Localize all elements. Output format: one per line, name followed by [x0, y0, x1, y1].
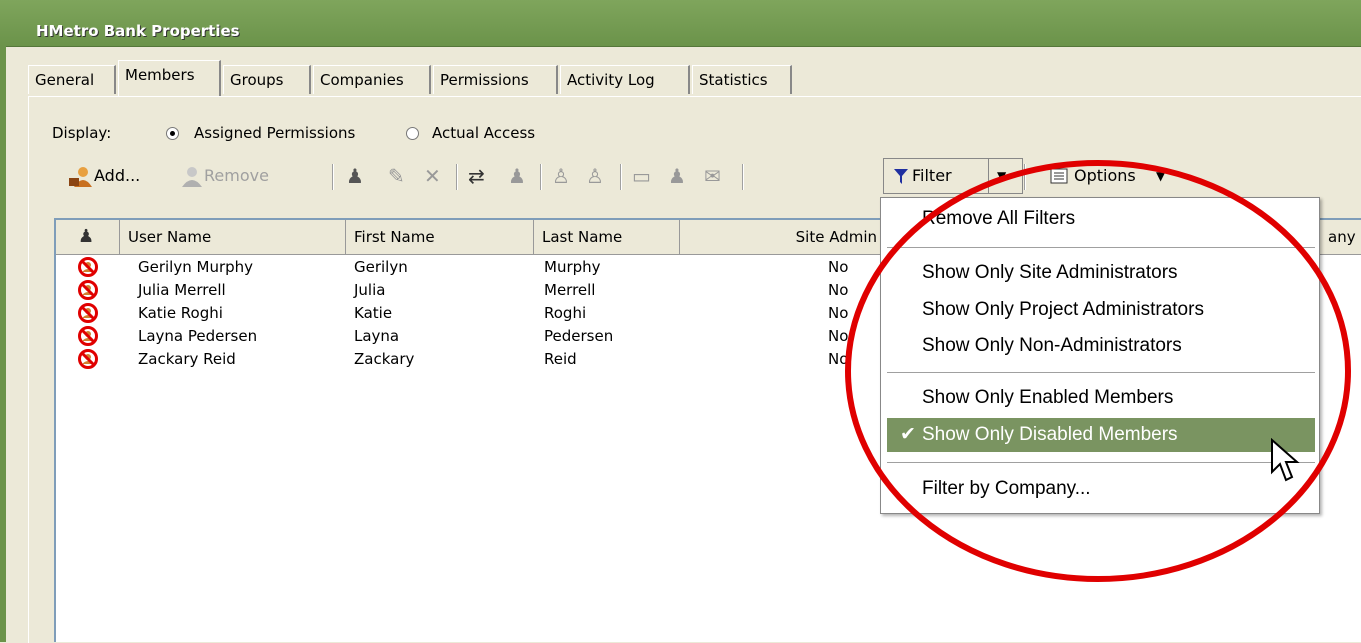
group-members-icon[interactable]: ♟: [508, 165, 526, 187]
last-name-cell: Murphy: [544, 258, 601, 276]
tab-general[interactable]: General: [28, 65, 116, 94]
menu-item-non-administrators[interactable]: Show Only Non-Administrators: [881, 329, 1319, 363]
tab-companies[interactable]: Companies: [313, 65, 431, 94]
actual-access-label[interactable]: Actual Access: [432, 124, 535, 142]
window-left-border: [0, 46, 6, 642]
first-name-cell: Katie: [354, 304, 393, 322]
menu-separator: [887, 372, 1315, 374]
filter-dropdown-menu: Remove All Filters Show Only Site Admini…: [880, 197, 1320, 514]
disabled-user-icon: [78, 257, 98, 277]
user-name-cell: Layna Pedersen: [138, 327, 258, 345]
transfer-members-icon[interactable]: ⇄: [468, 165, 485, 187]
filter-split-button[interactable]: Filter ▼: [883, 158, 1023, 194]
add-member-icon: [69, 167, 92, 187]
first-name-cell: Layna: [354, 327, 400, 345]
status-column-header[interactable]: ♟: [56, 220, 120, 254]
site-admin-cell: No: [828, 281, 849, 299]
disabled-user-icon: [78, 349, 98, 369]
filter-split-divider: [988, 159, 989, 193]
disabled-user-icon: [78, 326, 98, 346]
last-name-column-header[interactable]: Last Name: [534, 220, 680, 254]
window-title: HMetro Bank Properties: [36, 22, 240, 40]
add-to-group-icon[interactable]: ♙: [552, 165, 570, 187]
user-name-cell: Katie Roghi: [138, 304, 223, 322]
first-name-cell: Gerilyn: [354, 258, 408, 276]
assigned-permissions-label[interactable]: Assigned Permissions: [194, 124, 355, 142]
menu-item-disabled-members-label: Show Only Disabled Members: [922, 424, 1178, 445]
contact-icon[interactable]: ♟: [668, 165, 686, 187]
site-admin-cell: No: [828, 327, 849, 345]
user-name-cell: Julia Merrell: [138, 281, 226, 299]
check-icon: ✔: [900, 424, 916, 445]
email-icon[interactable]: ✉: [704, 165, 721, 187]
assigned-permissions-radio[interactable]: [166, 127, 179, 140]
member-properties-icon[interactable]: ♟: [346, 165, 364, 187]
menu-item-filter-by-company[interactable]: Filter by Company...: [881, 472, 1319, 506]
filter-button-label[interactable]: Filter: [912, 159, 952, 193]
mouse-pointer-icon: [1271, 438, 1300, 482]
actual-access-radio[interactable]: [406, 127, 419, 140]
user-name-cell: Zackary Reid: [138, 350, 236, 368]
site-admin-cell: No: [828, 304, 849, 322]
remove-from-group-icon[interactable]: ♙: [586, 165, 604, 187]
company-column-header[interactable]: any: [1324, 220, 1361, 254]
title-bar: HMetro Bank Properties: [0, 0, 1361, 47]
last-name-cell: Merrell: [544, 281, 596, 299]
toolbar-separator: [456, 164, 458, 190]
display-label: Display:: [52, 124, 112, 142]
edit-icon[interactable]: ✎: [388, 165, 405, 187]
tab-statistics[interactable]: Statistics: [692, 65, 792, 94]
toolbar-separator: [742, 164, 744, 190]
site-admin-cell: No: [828, 258, 849, 276]
tab-groups[interactable]: Groups: [223, 65, 311, 94]
user-name-column-header[interactable]: User Name: [120, 220, 346, 254]
menu-separator: [887, 247, 1315, 249]
disabled-user-icon: [78, 303, 98, 323]
options-dropdown-icon: ▼: [1156, 169, 1166, 183]
options-list-icon: [1050, 168, 1068, 184]
toolbar-separator: [332, 164, 334, 190]
menu-item-site-administrators[interactable]: Show Only Site Administrators: [881, 256, 1319, 290]
site-admin-cell: No: [828, 350, 849, 368]
first-name-cell: Zackary: [354, 350, 415, 368]
filter-dropdown-icon[interactable]: ▼: [997, 159, 1006, 193]
remove-member-icon: [182, 167, 202, 187]
tab-activity-log[interactable]: Activity Log: [560, 65, 690, 94]
filter-funnel-icon: [894, 169, 908, 184]
menu-item-disabled-members[interactable]: ✔ Show Only Disabled Members: [887, 418, 1315, 452]
menu-item-remove-all-filters[interactable]: Remove All Filters: [881, 202, 1319, 236]
tab-members[interactable]: Members: [118, 60, 221, 96]
disabled-user-icon: [78, 280, 98, 300]
last-name-cell: Pedersen: [544, 327, 614, 345]
message-icon[interactable]: ▭: [632, 165, 651, 187]
toolbar-separator: [540, 164, 542, 190]
first-name-column-header[interactable]: First Name: [346, 220, 534, 254]
last-name-cell: Reid: [544, 350, 577, 368]
menu-item-project-administrators[interactable]: Show Only Project Administrators: [881, 293, 1319, 327]
toolbar-separator: [620, 164, 622, 190]
tab-permissions[interactable]: Permissions: [433, 65, 558, 94]
site-admin-column-header[interactable]: Site Admin: [680, 220, 882, 254]
first-name-cell: Julia: [354, 281, 386, 299]
menu-separator: [887, 462, 1315, 464]
toolbar-separator: [1024, 164, 1026, 190]
user-status-icon: ♟: [78, 226, 95, 247]
last-name-cell: Roghi: [544, 304, 587, 322]
delete-icon[interactable]: ✕: [424, 165, 441, 187]
menu-item-enabled-members[interactable]: Show Only Enabled Members: [881, 381, 1319, 415]
user-name-cell: Gerilyn Murphy: [138, 258, 254, 276]
